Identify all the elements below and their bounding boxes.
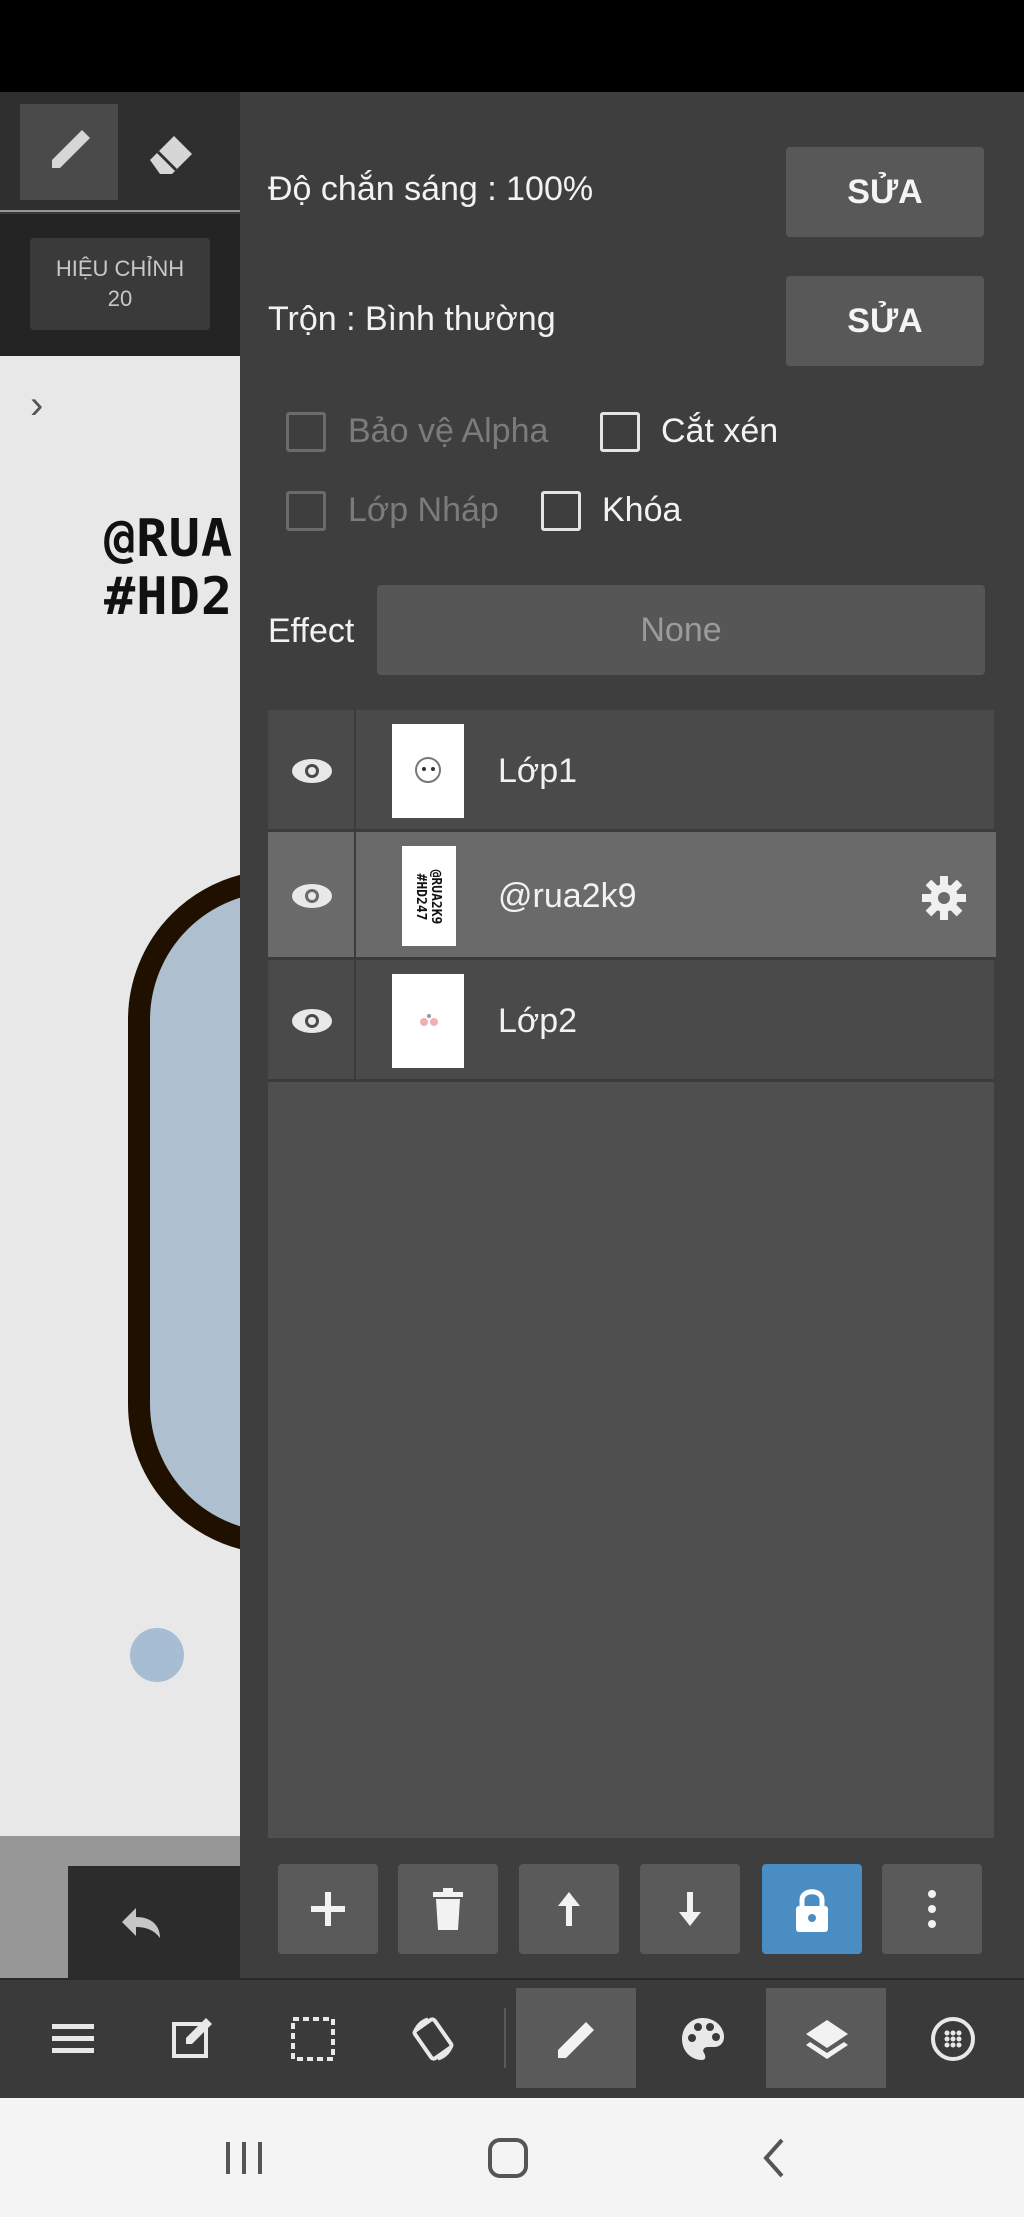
add-layer-button[interactable] [278,1864,378,1954]
visibility-toggle[interactable] [268,832,356,957]
chevron-right-icon[interactable]: › [30,385,70,425]
layer-thumbnail [392,974,464,1068]
thumbnail-text: @RUA2K9 #HD247 [413,869,443,925]
recent-apps-icon [226,2142,262,2174]
home-button[interactable] [476,2128,540,2188]
material-icon [931,2017,975,2061]
brush-icon [558,2022,594,2058]
menu-icon [52,2024,94,2053]
home-icon [488,2138,528,2178]
delete-layer-button[interactable] [398,1864,498,1954]
eraser-icon [150,136,192,174]
layer-row[interactable]: Lớp2 [268,960,994,1082]
layer-name: @rua2k9 [498,877,637,915]
pencil-icon [52,130,90,168]
correction-value: 20 [107,286,133,311]
eye-icon [292,759,332,783]
draft-layer-checkbox[interactable] [286,491,326,531]
visibility-toggle[interactable] [268,710,356,829]
sketch-thumbnail [415,757,441,783]
effect-label: Effect [268,612,355,650]
layer-row-selected[interactable]: @RUA2K9 #HD247 @rua2k9 [268,832,996,960]
more-vertical-icon [928,1890,936,1928]
layers-icon [806,2020,848,2059]
clipping-checkbox[interactable] [600,412,640,452]
layer-name: Lớp1 [498,752,578,790]
lock-layer-button[interactable] [762,1864,862,1954]
more-options-button[interactable] [882,1864,982,1954]
protect-alpha-label: Bảo vệ Alpha [348,412,549,450]
brush-tool-button[interactable] [20,104,118,200]
artwork-shape [128,870,240,1554]
eye-icon [292,1009,332,1033]
brush-button[interactable] [516,1988,636,2088]
material-button[interactable] [892,1988,1012,2088]
lock-icon [796,1889,828,1932]
blend-mode-edit-button[interactable]: SỬA [786,276,984,366]
artwork-dot [130,1628,184,1682]
lock-checkbox[interactable] [541,491,581,531]
clipping-label: Cắt xén [661,412,779,450]
back-button[interactable] [744,2128,808,2188]
layers-button[interactable] [766,1988,886,2088]
plus-icon [311,1892,345,1926]
rotate-icon [412,2017,454,2061]
recent-apps-button[interactable] [212,2128,276,2188]
lock-label: Khóa [602,491,682,529]
layer-row[interactable]: Lớp1 [268,710,994,832]
rotate-canvas-button[interactable] [372,1988,492,2088]
move-layer-down-button[interactable] [640,1864,740,1954]
effect-selector[interactable]: None [377,585,985,675]
opacity-label: Độ chắn sáng : 100% [268,170,594,208]
trash-icon [433,1888,463,1930]
blend-mode-label: Trộn : Bình thường [268,300,556,338]
undo-icon [122,1908,160,1938]
move-layer-up-button[interactable] [519,1864,619,1954]
layer-thumbnail [392,724,464,818]
arrow-down-icon [679,1892,701,1926]
palette-icon [682,2018,724,2060]
protect-alpha-checkbox[interactable] [286,412,326,452]
toolbar-divider [504,2008,506,2068]
opacity-edit-button[interactable]: SỬA [786,147,984,237]
visibility-toggle[interactable] [268,960,356,1079]
correction-button[interactable]: HIỆU CHỈNH 20 [30,238,210,330]
menu-button[interactable] [12,1988,132,2088]
selection-icon [291,2017,335,2061]
edit-button[interactable] [132,1988,252,2088]
watermark-line1: @RUA [104,509,234,569]
sketch-thumbnail [420,1014,438,1026]
eraser-tool-button[interactable] [122,104,220,200]
layer-name: Lớp2 [498,1002,578,1040]
color-palette-button[interactable] [642,1988,762,2088]
undo-button[interactable] [108,1898,168,1948]
watermark-line2: #HD2 [104,567,234,627]
status-bar [0,0,1024,92]
draft-layer-label: Lớp Nháp [348,491,499,529]
gear-icon[interactable] [920,874,968,922]
back-icon [763,2138,784,2178]
edit-icon [172,2018,212,2058]
selection-button[interactable] [252,1988,372,2088]
canvas-watermark: @RUA #HD2 [104,510,233,626]
arrow-up-icon [558,1892,580,1926]
eye-icon [292,884,332,908]
correction-label: HIỆU CHỈNH [55,256,185,281]
layer-thumbnail: @RUA2K9 #HD247 [402,846,456,946]
